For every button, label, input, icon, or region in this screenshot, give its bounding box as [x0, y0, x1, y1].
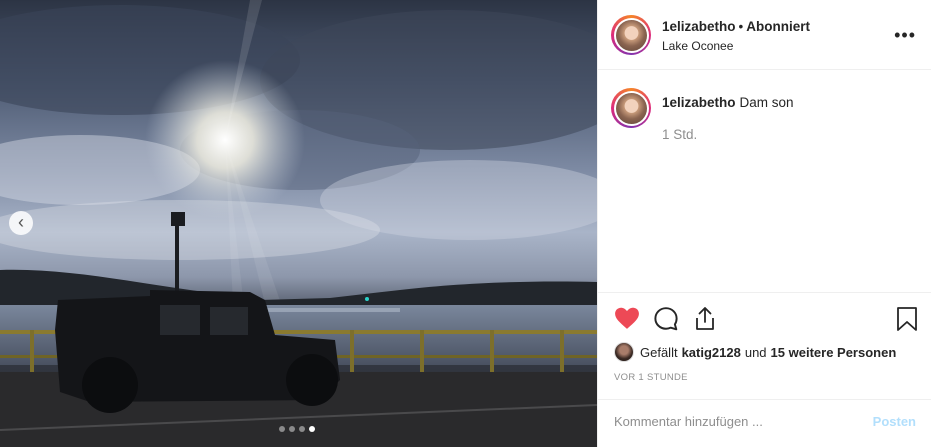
heart-icon[interactable] [614, 306, 640, 335]
post-comment-button[interactable]: Posten [873, 414, 916, 429]
comment-form: Posten [598, 399, 931, 447]
carousel-dots [279, 426, 315, 432]
liker-username-link[interactable]: katig2128 [682, 345, 741, 360]
carousel-prev-button[interactable]: ‹ [9, 211, 33, 235]
author-username-link[interactable]: 1elizabetho [662, 19, 736, 34]
bookmark-icon[interactable] [896, 306, 918, 337]
caption-time[interactable]: 1 Std. [662, 127, 697, 142]
post-timestamp[interactable]: VOR 1 STUNDE [614, 372, 688, 383]
more-icon[interactable]: ••• [894, 25, 916, 46]
share-icon[interactable] [693, 306, 717, 337]
header-separator: • [738, 19, 744, 34]
post-side-panel: 1elizabetho • Abonniert Lake Oconee ••• 1e… [597, 0, 931, 447]
likes-summary: Gefällt katig2128 und 15 weitere Persone… [614, 342, 896, 362]
chevron-left-icon: ‹ [18, 212, 24, 232]
author-avatar[interactable] [611, 15, 651, 55]
caption-text: Dam son [739, 95, 794, 110]
follow-status[interactable]: Abonniert [746, 19, 810, 34]
likes-others-link[interactable]: 15 weitere Personen [771, 345, 897, 360]
caption-username-link[interactable]: 1elizabetho [662, 95, 736, 110]
photo-scene [0, 0, 597, 447]
comment-input[interactable] [614, 414, 854, 429]
post-header: 1elizabetho • Abonniert Lake Oconee ••• [598, 0, 931, 70]
post-photo[interactable]: ‹ [0, 0, 597, 447]
carousel-dot-active [309, 426, 315, 432]
caption-avatar[interactable] [611, 88, 651, 128]
carousel-dot [299, 426, 305, 432]
location-link[interactable]: Lake Oconee [662, 39, 810, 53]
carousel-dot [279, 426, 285, 432]
post-actions: Gefällt katig2128 und 15 weitere Persone… [598, 292, 931, 447]
comment-icon[interactable] [653, 306, 679, 337]
likes-prefix: Gefällt [640, 344, 678, 360]
liker-avatar[interactable] [614, 342, 634, 362]
likes-connector: und [744, 344, 767, 360]
carousel-dot [289, 426, 295, 432]
